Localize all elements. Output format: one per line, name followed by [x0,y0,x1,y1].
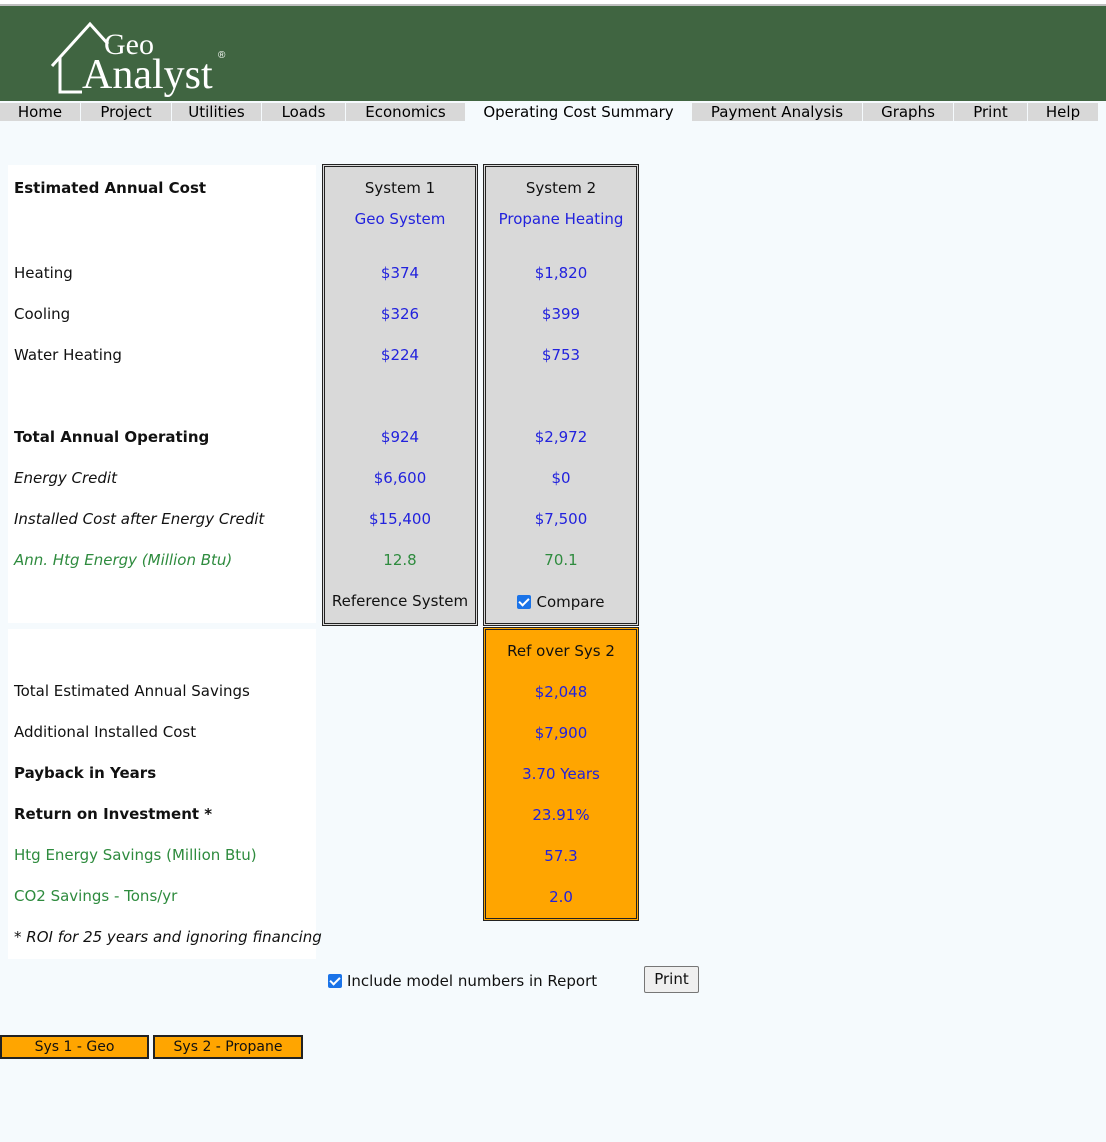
nav-project[interactable]: Project [81,103,171,121]
include-model-numbers-checkbox[interactable] [328,974,342,988]
htg-energy-savings-label: Htg Energy Savings (Million Btu) [14,846,257,864]
system2-heating: $1,820 [534,264,588,282]
savings-labels-panel [8,629,316,959]
system2-total-annual-operating: $2,972 [534,428,588,446]
nav-loads[interactable]: Loads [262,103,345,121]
system2-cooling: $399 [541,305,581,323]
ann-htg-energy-label: Ann. Htg Energy (Million Btu) [14,551,233,569]
system1-header: System 1 [364,179,436,197]
savings-htg-energy: 57.3 [544,847,578,865]
roi-label: Return on Investment * [14,805,213,823]
co2-savings-label: CO2 Savings - Tons/yr [14,887,178,905]
additional-installed-cost-label: Additional Installed Cost [14,723,197,741]
system1-energy-credit: $6,600 [373,469,427,487]
system2-compare-row: Compare [486,593,636,611]
nav-home[interactable]: Home [0,103,80,121]
include-model-numbers-label: Include model numbers in Report [347,972,598,990]
system1-cooling: $326 [380,305,420,323]
savings-co2: 2.0 [549,888,573,906]
nav-graphs[interactable]: Graphs [863,103,953,121]
savings-header: Ref over Sys 2 [507,642,615,660]
system1-heating: $374 [380,264,420,282]
savings-payback: 3.70 Years [522,765,600,783]
system2-installed-cost: $7,500 [534,510,588,528]
registered-mark: ® [218,50,226,61]
system2-ann-htg-energy: 70.1 [544,551,578,569]
nav-operating-cost-summary[interactable]: Operating Cost Summary [466,103,691,121]
estimated-annual-cost-label: Estimated Annual Cost [14,179,207,197]
payback-label: Payback in Years [14,764,157,782]
print-button[interactable]: Print [644,966,699,993]
savings-additional-installed-cost: $7,900 [534,724,588,742]
installed-cost-after-credit-label: Installed Cost after Energy Credit [14,510,265,528]
include-model-numbers-row: Include model numbers in Report [328,972,597,990]
roi-footnote: * ROI for 25 years and ignoring financin… [14,928,322,946]
nav-utilities[interactable]: Utilities [172,103,261,121]
savings-column: Ref over Sys 2 $2,048 $7,900 3.70 Years … [483,627,639,921]
total-annual-savings-label: Total Estimated Annual Savings [14,682,250,700]
system2-header: System 2 [525,179,597,197]
savings-roi: 23.91% [532,806,590,824]
system1-column: System 1 Geo System $374 $326 $224 $924 … [322,164,478,626]
logo-text-bottom: Analyst [82,52,213,98]
compare-label: Compare [536,593,605,611]
sys2-propane-button[interactable]: Sys 2 - Propane [153,1035,303,1059]
sys1-geo-button[interactable]: Sys 1 - Geo [0,1035,149,1059]
nav-print[interactable]: Print [954,103,1027,121]
system1-total-annual-operating: $924 [380,428,420,446]
system1-reference-label: Reference System [331,592,469,610]
system2-water-heating: $753 [541,346,581,364]
system2-energy-credit: $0 [551,469,571,487]
nav-payment-analysis[interactable]: Payment Analysis [692,103,862,121]
total-annual-operating-label: Total Annual Operating [14,428,210,446]
system2-name: Propane Heating [498,210,624,228]
compare-checkbox[interactable] [517,595,532,609]
nav-help[interactable]: Help [1028,103,1098,121]
water-heating-label: Water Heating [14,346,122,364]
system1-water-heating: $224 [380,346,420,364]
heating-label: Heating [14,264,73,282]
energy-credit-label: Energy Credit [14,469,117,487]
app-header: Geo Analyst ® [0,6,1106,101]
cooling-label: Cooling [14,305,71,323]
geoanalyst-logo: Geo Analyst ® [50,21,226,98]
system1-name: Geo System [354,210,446,228]
system2-column: System 2 Propane Heating $1,820 $399 $75… [483,164,639,626]
main-nav: Home Project Utilities Loads Economics O… [0,103,1106,121]
savings-total-annual: $2,048 [534,683,588,701]
nav-economics[interactable]: Economics [346,103,465,121]
system1-installed-cost: $15,400 [368,510,432,528]
system1-ann-htg-energy: 12.8 [383,551,417,569]
